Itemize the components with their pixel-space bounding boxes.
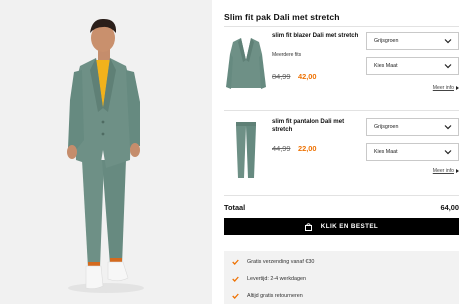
old-price: 44,99 [272,144,291,153]
color-select[interactable]: Grijsgroen [366,32,459,50]
usp-list: Gratis verzending vanaf €30 Levertijd: 2… [224,251,459,304]
check-icon [232,276,239,282]
trousers-thumbnail-icon[interactable] [224,118,268,180]
color-select-value: Grijsgroen [374,124,399,130]
chevron-down-icon [444,64,452,69]
check-icon [232,293,239,299]
usp-text: Altijd gratis retourneren [247,293,303,299]
old-price: 84,99 [272,72,291,81]
usp-item: Levertijd: 2-4 werkdagen [232,276,306,282]
item-name[interactable]: slim fit blazer Dali met stretch [272,32,360,40]
more-info-label: Meer info [432,85,454,91]
more-info-link[interactable]: Meer info [433,85,459,91]
sale-price: 22,00 [298,144,317,153]
chevron-down-icon [444,150,452,155]
divider [224,110,459,111]
usp-item: Gratis verzending vanaf €30 [232,259,314,265]
product-title: Slim fit pak Dali met stretch [224,12,340,22]
order-button[interactable]: KLIK EN BESTEL [224,218,459,235]
chevron-down-icon [444,125,452,130]
caret-right-icon [456,85,459,90]
size-select-value: Kies Maat [374,149,398,155]
divider [224,26,459,27]
chevron-down-icon [444,39,452,44]
product-model-photo [0,0,212,304]
size-select[interactable]: Kies Maat [366,143,459,161]
divider [224,195,459,196]
caret-right-icon [456,168,459,173]
color-select[interactable]: Grijsgroen [366,118,459,136]
usp-item: Altijd gratis retourneren [232,293,303,299]
model-in-suit-illustration [0,0,212,304]
more-info-link[interactable]: Meer info [433,168,459,174]
product-panel: Slim fit pak Dali met stretch slim fit b… [224,0,459,304]
fits-label: Meerdere fits [272,52,302,58]
size-select-value: Kies Maat [374,63,398,69]
usp-text: Gratis verzending vanaf €30 [247,259,315,265]
total-value: 64,00 [440,203,460,212]
usp-text: Levertijd: 2-4 werkdagen [247,276,307,282]
product-item-trousers: slim fit pantalon Dali met stretch 44,99… [224,118,459,182]
order-button-label: KLIK EN BESTEL [320,223,379,230]
more-info-label: Meer info [432,168,454,174]
total-label: Totaal [224,203,246,212]
size-select[interactable]: Kies Maat [366,57,459,75]
sale-price: 42,00 [298,72,317,81]
check-icon [232,259,239,265]
color-select-value: Grijsgroen [374,38,399,44]
shopping-bag-icon [304,222,312,231]
blazer-thumbnail-icon[interactable] [224,32,268,94]
product-item-blazer: slim fit blazer Dali met stretch Meerder… [224,32,459,96]
item-name[interactable]: slim fit pantalon Dali met stretch [272,118,360,133]
